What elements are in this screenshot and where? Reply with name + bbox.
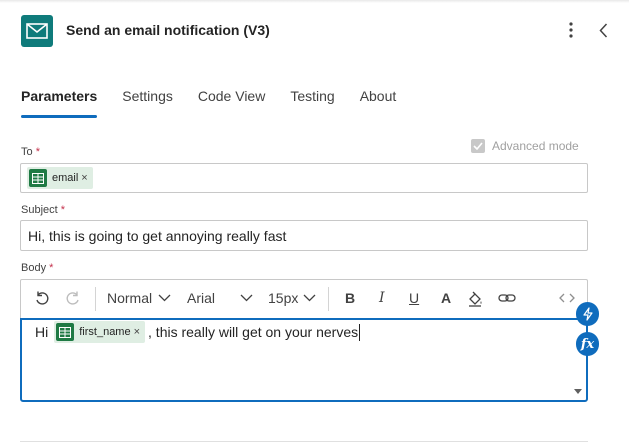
divider: [20, 441, 588, 442]
link-icon[interactable]: [498, 292, 516, 304]
chevron-down-icon: [240, 294, 253, 302]
expression-button[interactable]: fx: [576, 332, 599, 356]
body-editor: Normal Arial 15px B I U A Hi first_name …: [20, 279, 588, 402]
font-family-dropdown[interactable]: Arial: [187, 290, 253, 306]
font-family-value: Arial: [187, 290, 216, 306]
action-panel: Send an email notification (V3) Paramete…: [0, 0, 629, 446]
lightning-icon[interactable]: [576, 302, 599, 326]
more-vertical-icon[interactable]: [562, 19, 580, 41]
mail-icon: [21, 15, 53, 47]
body-label-text: Body: [21, 262, 47, 274]
email-token-label: email: [52, 172, 79, 184]
bold-button[interactable]: B: [345, 290, 355, 306]
undo-icon[interactable]: [34, 290, 50, 306]
toolbar-divider: [328, 287, 329, 311]
tab-testing[interactable]: Testing: [290, 88, 334, 118]
subject-label: Subject *: [21, 204, 65, 216]
remove-token-icon[interactable]: ×: [134, 326, 140, 338]
required-mark: *: [60, 204, 66, 216]
text-caret: [359, 323, 361, 341]
required-mark: *: [49, 262, 54, 274]
body-text-after: , this really will get on your nerves: [148, 324, 359, 340]
top-shadow: [0, 0, 629, 3]
excel-icon: [56, 323, 75, 341]
to-label: To *: [21, 146, 40, 158]
panel-title: Send an email notification (V3): [66, 22, 270, 38]
body-input[interactable]: Hi first_name × , this really will get o…: [20, 318, 588, 402]
tab-parameters[interactable]: Parameters: [21, 88, 98, 118]
italic-button[interactable]: I: [379, 290, 385, 306]
remove-token-icon[interactable]: ×: [81, 172, 87, 184]
checkbox-checked-icon[interactable]: [471, 139, 485, 153]
excel-icon: [29, 169, 47, 187]
paint-bucket-icon[interactable]: [467, 291, 483, 307]
required-mark: *: [35, 146, 40, 158]
to-label-text: To: [21, 146, 33, 158]
font-size-dropdown[interactable]: 15px: [268, 290, 316, 306]
redo-icon[interactable]: [65, 290, 81, 306]
tab-code-view[interactable]: Code View: [198, 88, 265, 118]
paragraph-style-value: Normal: [107, 290, 153, 306]
to-field[interactable]: email ×: [20, 163, 588, 193]
body-content: Hi first_name × , this really will get o…: [35, 320, 361, 344]
body-text-before: Hi: [35, 324, 49, 340]
tab-bar: Parameters Settings Code View Testing Ab…: [21, 88, 421, 120]
subject-input[interactable]: Hi, this is going to get annoying really…: [20, 220, 588, 251]
tab-settings[interactable]: Settings: [122, 88, 173, 118]
advanced-mode-toggle[interactable]: Advanced mode: [471, 139, 579, 153]
chevron-down-icon: [303, 294, 316, 302]
code-view-icon[interactable]: [559, 293, 575, 303]
body-label: Body *: [21, 262, 53, 274]
chevron-down-icon: [158, 294, 171, 302]
underline-button[interactable]: U: [409, 290, 419, 306]
scroll-down-icon[interactable]: [574, 389, 582, 394]
subject-label-text: Subject: [21, 204, 58, 216]
chevron-left-icon[interactable]: [594, 19, 612, 41]
rich-text-toolbar: Normal Arial 15px B I U A: [20, 279, 588, 318]
panel-header: Send an email notification (V3): [0, 8, 629, 52]
paragraph-style-dropdown[interactable]: Normal: [107, 290, 171, 306]
toolbar-divider: [95, 287, 96, 311]
tab-about[interactable]: About: [360, 88, 397, 118]
font-size-value: 15px: [268, 290, 299, 306]
email-token[interactable]: email ×: [27, 167, 93, 189]
first-name-token[interactable]: first_name ×: [54, 321, 146, 343]
advanced-mode-label: Advanced mode: [492, 139, 579, 153]
font-color-button[interactable]: A: [441, 290, 451, 306]
first-name-token-label: first_name: [79, 326, 131, 338]
